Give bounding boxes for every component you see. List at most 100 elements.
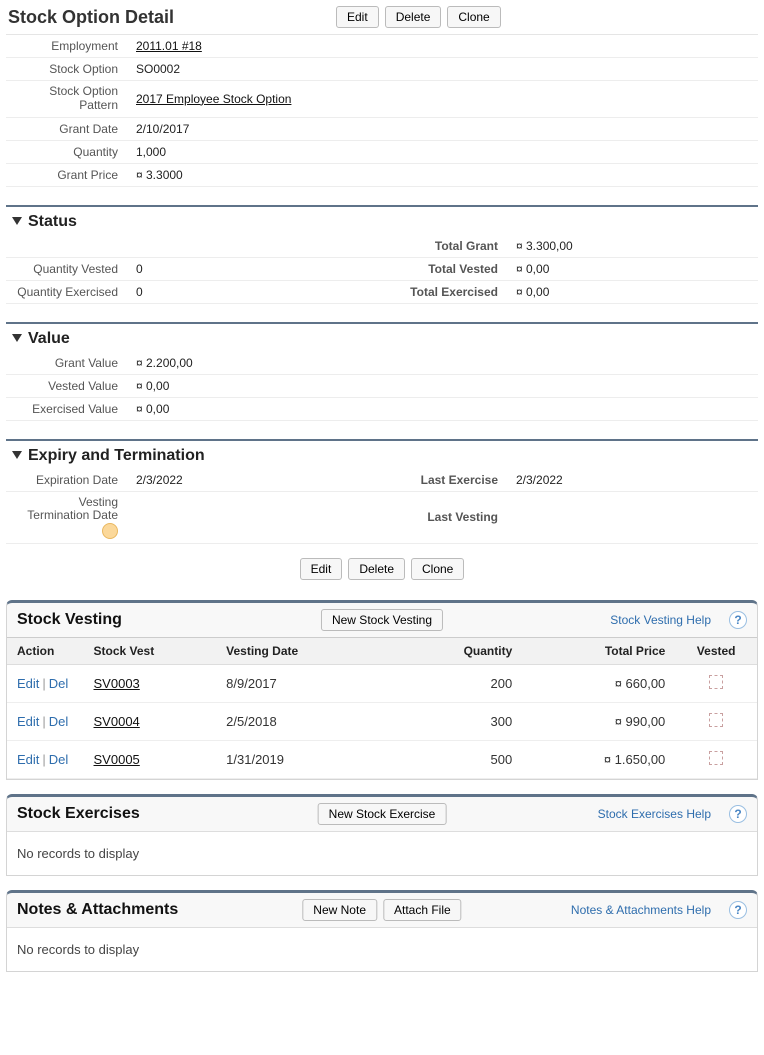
delete-button[interactable]: Delete — [385, 6, 442, 28]
qty-vested-value: 0 — [136, 262, 356, 276]
quantity-cell: 500 — [379, 741, 522, 779]
section-title: Expiry and Termination — [28, 447, 205, 465]
footer-button-row: Edit Delete Clone — [6, 544, 758, 586]
last-exercise-value: 2/3/2022 — [516, 473, 758, 487]
del-link[interactable]: Del — [49, 714, 69, 729]
stock-exercises-help-link[interactable]: Stock Exercises Help — [598, 807, 711, 821]
page-title: Stock Option Detail — [6, 7, 336, 28]
empty-message: No records to display — [7, 927, 757, 971]
edit-link[interactable]: Edit — [17, 752, 39, 767]
field-label: Grant Date — [6, 122, 136, 136]
detail-block: Employment 2011.01 #18 Stock Option SO00… — [6, 35, 758, 187]
expiry-section: Expiry and Termination Expiration Date 2… — [6, 439, 758, 545]
stock-vesting-help-link[interactable]: Stock Vesting Help — [610, 613, 711, 627]
field-label: Quantity — [6, 145, 136, 159]
help-icon[interactable]: ? — [729, 805, 747, 823]
last-vesting-label: Last Vesting — [356, 510, 516, 524]
edit-link[interactable]: Edit — [17, 714, 39, 729]
attach-file-button[interactable]: Attach File — [383, 899, 462, 921]
grant-value-label: Grant Value — [6, 356, 136, 370]
quantity-value: 1,000 — [136, 145, 758, 159]
exercised-value-value: ¤ 0,00 — [136, 402, 758, 416]
related-list-title: Stock Exercises — [17, 805, 570, 823]
del-link[interactable]: Del — [49, 676, 69, 691]
total-exercised-value: ¤ 0,00 — [516, 285, 758, 299]
status-section: Status Total Grant ¤ 3.300,00 Quantity V… — [6, 205, 758, 304]
collapse-icon[interactable] — [12, 451, 22, 461]
expiration-date-value: 2/3/2022 — [136, 473, 356, 487]
stock-vest-link[interactable]: SV0004 — [94, 714, 140, 729]
edit-button[interactable]: Edit — [336, 6, 379, 28]
vesting-date-cell: 2/5/2018 — [216, 703, 379, 741]
total-vested-label: Total Vested — [356, 262, 516, 276]
vested-checkbox — [709, 713, 723, 727]
help-icon[interactable]: ? — [729, 901, 747, 919]
last-exercise-label: Last Exercise — [356, 473, 516, 487]
del-link[interactable]: Del — [49, 752, 69, 767]
vesting-term-date-label: VestingTermination Date — [6, 496, 136, 540]
stock-vesting-list: Stock Vesting Stock Vesting Help ? New S… — [6, 600, 758, 780]
stock-exercises-list: Stock Exercises Stock Exercises Help ? N… — [6, 794, 758, 876]
qty-exercised-label: Quantity Exercised — [6, 285, 136, 299]
quantity-cell: 300 — [379, 703, 522, 741]
total-vested-value: ¤ 0,00 — [516, 262, 758, 276]
employment-link[interactable]: 2011.01 #18 — [136, 39, 202, 53]
grant-price-value: ¤ 3.3000 — [136, 168, 758, 182]
edit-link[interactable]: Edit — [17, 676, 39, 691]
new-stock-vesting-button[interactable]: New Stock Vesting — [321, 609, 443, 631]
value-section: Value Grant Value ¤ 2.200,00 Vested Valu… — [6, 322, 758, 421]
col-vesting-date: Vesting Date — [216, 638, 379, 665]
notes-attachments-list: Notes & Attachments Notes & Attachments … — [6, 890, 758, 972]
expiration-date-label: Expiration Date — [6, 473, 136, 487]
field-label: Stock Option — [6, 62, 136, 76]
field-label: Stock OptionPattern — [6, 85, 136, 113]
total-price-cell: ¤ 990,00 — [522, 703, 675, 741]
stock-vest-link[interactable]: SV0005 — [94, 752, 140, 767]
total-grant-label: Total Grant — [356, 239, 516, 253]
field-label: Employment — [6, 39, 136, 53]
help-icon[interactable] — [102, 523, 118, 539]
total-price-cell: ¤ 1.650,00 — [522, 741, 675, 779]
col-action: Action — [7, 638, 84, 665]
vested-value-label: Vested Value — [6, 379, 136, 393]
vesting-date-cell: 8/9/2017 — [216, 665, 379, 703]
page-header: Stock Option Detail Edit Delete Clone — [6, 2, 758, 35]
grant-date-value: 2/10/2017 — [136, 122, 758, 136]
pattern-link[interactable]: 2017 Employee Stock Option — [136, 92, 291, 106]
total-grant-value: ¤ 3.300,00 — [516, 239, 758, 253]
total-price-cell: ¤ 660,00 — [522, 665, 675, 703]
empty-message: No records to display — [7, 831, 757, 875]
clone-button-footer[interactable]: Clone — [411, 558, 464, 580]
table-row: Edit|DelSV00042/5/2018300¤ 990,00 — [7, 703, 757, 741]
notes-help-link[interactable]: Notes & Attachments Help — [571, 903, 711, 917]
col-vested: Vested — [675, 638, 757, 665]
col-total-price: Total Price — [522, 638, 675, 665]
vested-checkbox — [709, 675, 723, 689]
col-stock-vest: Stock Vest — [84, 638, 217, 665]
vesting-date-cell: 1/31/2019 — [216, 741, 379, 779]
help-icon[interactable]: ? — [729, 611, 747, 629]
vested-value-value: ¤ 0,00 — [136, 379, 758, 393]
new-note-button[interactable]: New Note — [302, 899, 377, 921]
collapse-icon[interactable] — [12, 217, 22, 227]
clone-button[interactable]: Clone — [447, 6, 500, 28]
stock-option-value: SO0002 — [136, 62, 758, 76]
vested-checkbox — [709, 751, 723, 765]
edit-button-footer[interactable]: Edit — [300, 558, 343, 580]
table-row: Edit|DelSV00051/31/2019500¤ 1.650,00 — [7, 741, 757, 779]
stock-vest-link[interactable]: SV0003 — [94, 676, 140, 691]
section-title: Status — [28, 213, 77, 231]
section-title: Value — [28, 330, 70, 348]
qty-vested-label: Quantity Vested — [6, 262, 136, 276]
related-list-title: Notes & Attachments — [17, 901, 543, 919]
new-stock-exercise-button[interactable]: New Stock Exercise — [318, 803, 447, 825]
collapse-icon[interactable] — [12, 334, 22, 344]
grant-value-value: ¤ 2.200,00 — [136, 356, 758, 370]
stock-vesting-table: Action Stock Vest Vesting Date Quantity … — [7, 638, 757, 779]
related-list-title: Stock Vesting — [17, 611, 582, 629]
total-exercised-label: Total Exercised — [356, 285, 516, 299]
delete-button-footer[interactable]: Delete — [348, 558, 405, 580]
exercised-value-label: Exercised Value — [6, 402, 136, 416]
col-quantity: Quantity — [379, 638, 522, 665]
field-label: Grant Price — [6, 168, 136, 182]
